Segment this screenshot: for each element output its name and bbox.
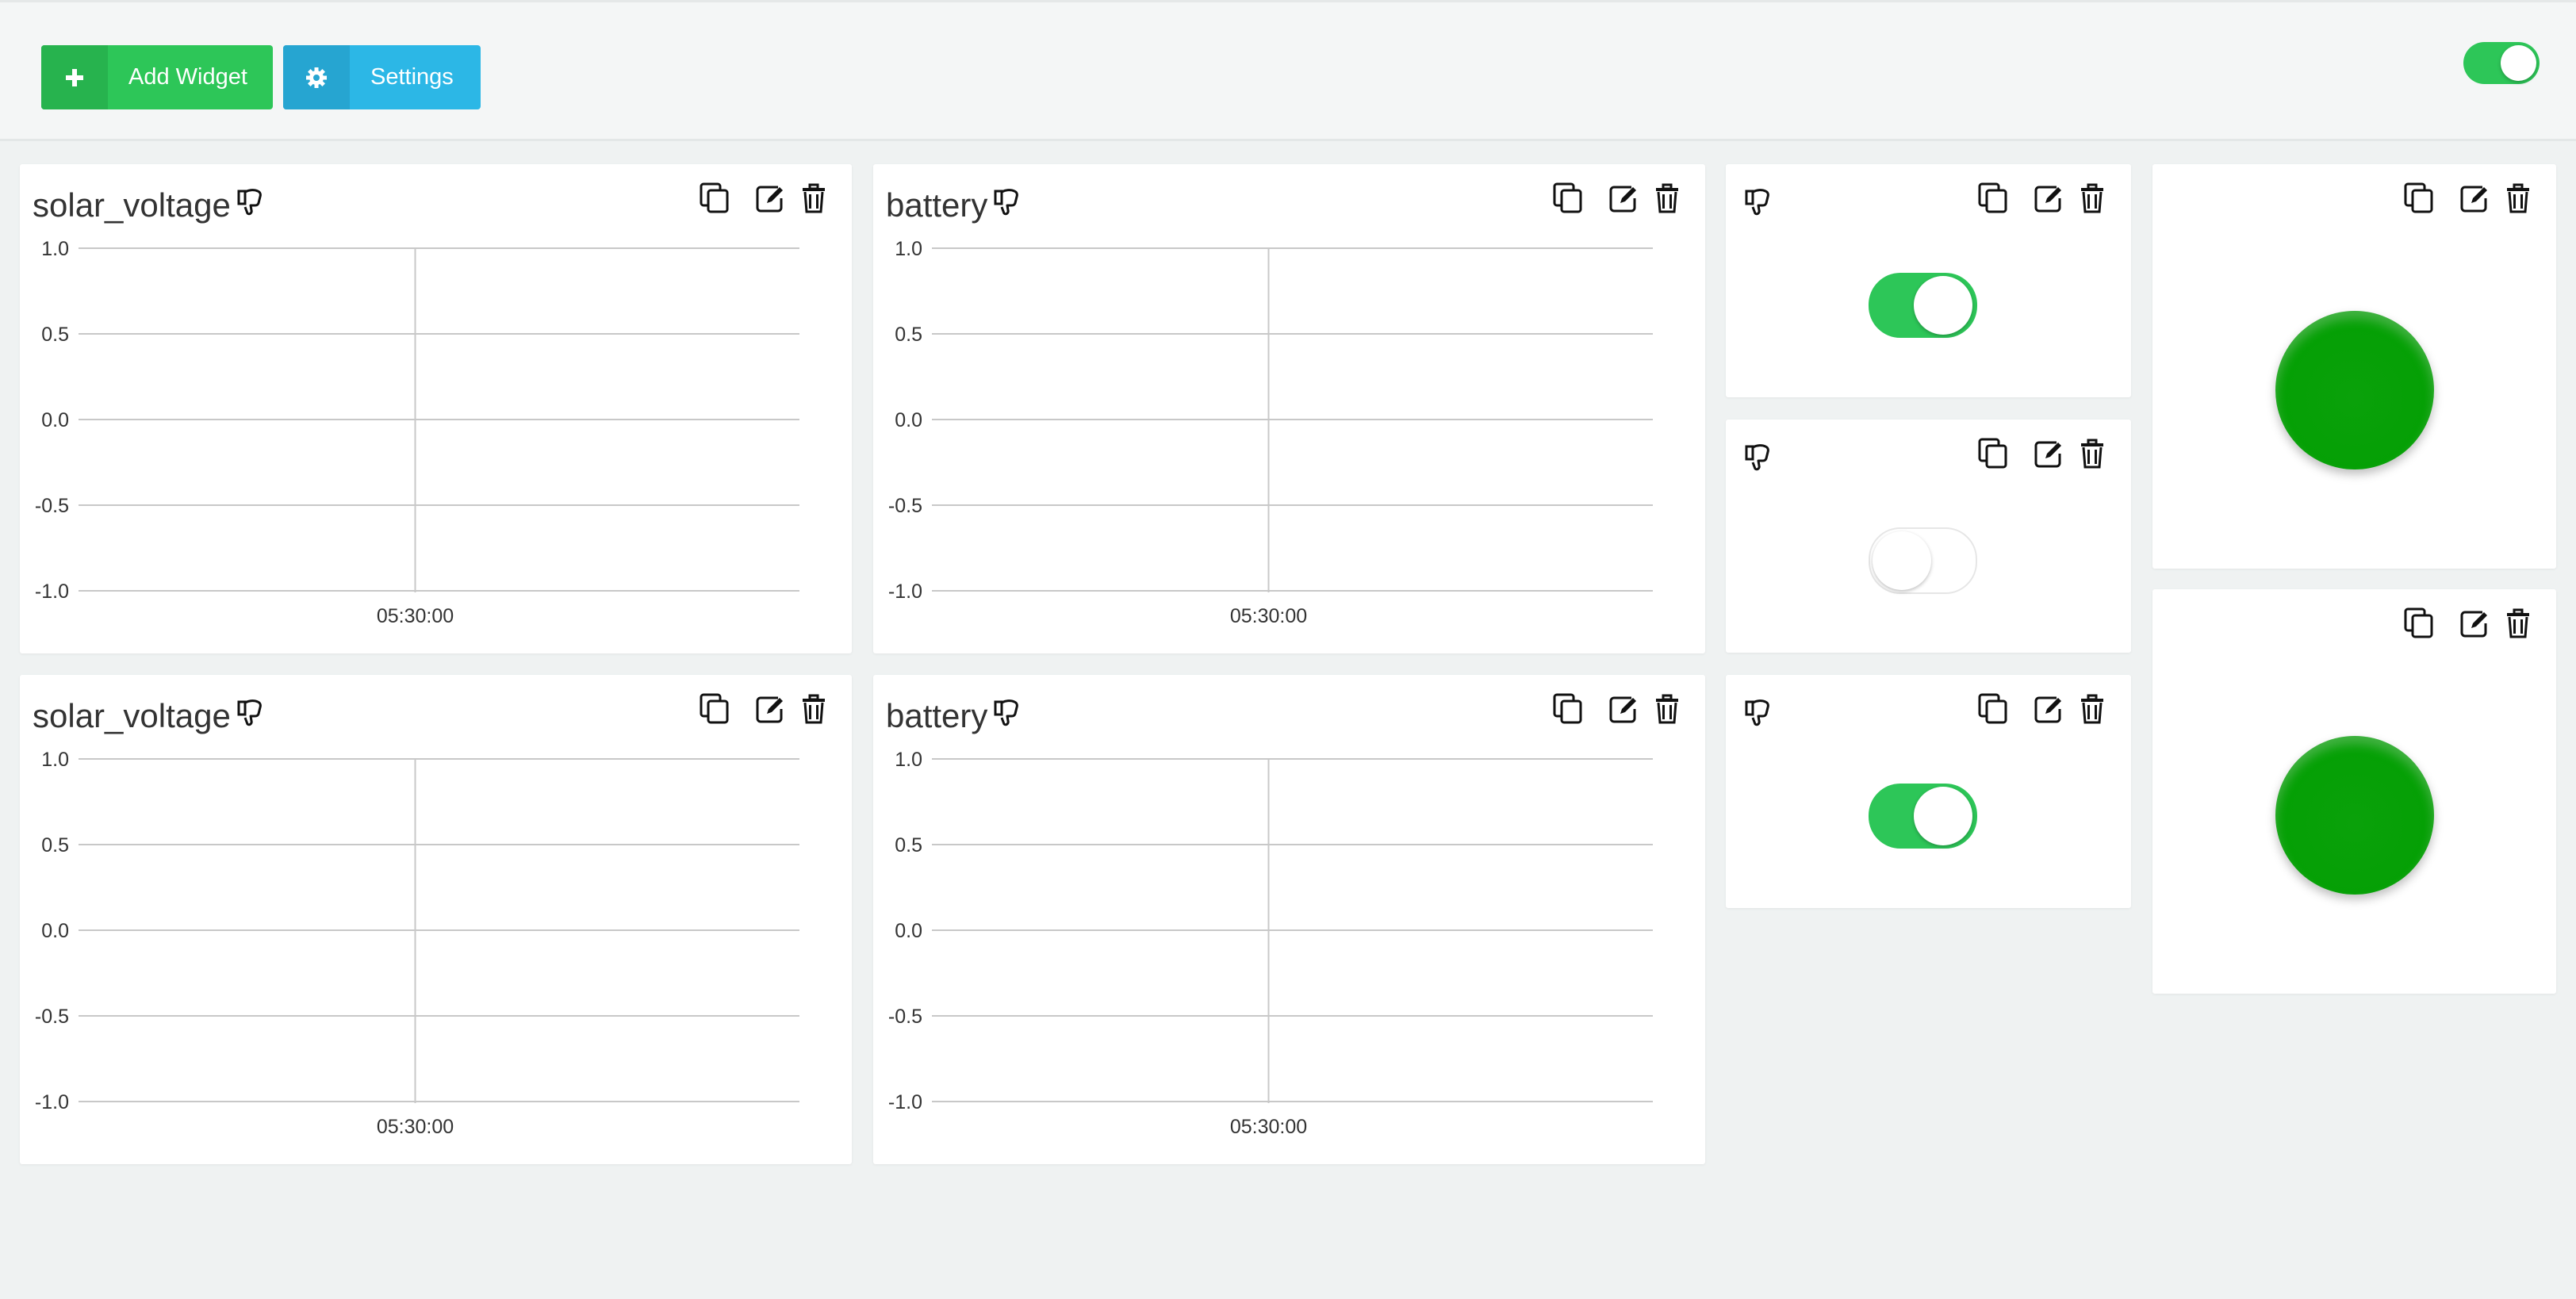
y-tick-label: 1.0 (41, 749, 69, 771)
trash-icon[interactable] (1654, 693, 1681, 725)
add-widget-button[interactable]: Add Widget (41, 45, 273, 109)
edit-mode-toggle[interactable] (2463, 42, 2540, 84)
trash-icon[interactable] (2079, 693, 2106, 725)
add-widget-label: Add Widget (128, 64, 247, 90)
trash-icon[interactable] (800, 182, 827, 214)
widget-title: solar_voltage (33, 186, 231, 224)
y-tick-label: 0.5 (895, 834, 922, 856)
y-tick-label: -0.5 (35, 495, 69, 517)
edit-icon[interactable] (754, 182, 786, 214)
x-tick-label: 05:30:00 (377, 1116, 454, 1138)
thumbs-down-icon[interactable] (1743, 442, 1770, 480)
y-tick-label: 0.0 (41, 920, 69, 942)
edit-icon[interactable] (2459, 607, 2490, 639)
line-chart: 1.0 0.5 0.0 -0.5 -1.0 05:30:00 (888, 749, 1653, 1138)
x-tick-label: 05:30:00 (1230, 605, 1307, 627)
copy-icon[interactable] (2403, 182, 2435, 215)
y-tick-label: -0.5 (888, 1006, 922, 1028)
thumbs-down-icon[interactable] (236, 186, 263, 224)
trash-icon[interactable] (2505, 607, 2532, 639)
widget-title: solar_voltage (33, 697, 231, 734)
edit-icon[interactable] (2033, 693, 2064, 725)
switch-widget (1726, 164, 2131, 397)
copy-icon[interactable] (1977, 692, 2009, 726)
edit-icon[interactable] (2459, 182, 2490, 214)
y-tick-label: 1.0 (895, 238, 922, 260)
edit-icon[interactable] (2033, 182, 2064, 214)
copy-icon[interactable] (699, 182, 730, 215)
trash-icon[interactable] (2079, 438, 2106, 469)
toggle-knob (1873, 531, 1931, 590)
edit-icon[interactable] (754, 693, 786, 725)
y-tick-label: 1.0 (41, 238, 69, 260)
copy-icon[interactable] (1977, 182, 2009, 215)
gear-icon (283, 45, 350, 109)
status-lamp (2275, 736, 2434, 895)
thumbs-down-icon[interactable] (236, 697, 263, 735)
widget-title: battery (886, 186, 988, 224)
line-chart: 1.0 0.5 0.0 -0.5 -1.0 05:30:00 (888, 238, 1653, 627)
chart-widget: solar_voltage 1.0 0.5 0.0 -0.5 -1.0 05:30:00 (20, 675, 852, 1164)
y-tick-label: -0.5 (888, 495, 922, 517)
line-chart: 1.0 0.5 0.0 -0.5 -1.0 05:30:00 (35, 238, 799, 627)
trash-icon[interactable] (2505, 182, 2532, 214)
chart-widget: battery 1.0 0.5 0.0 -0.5 -1.0 05:30:00 (873, 675, 1705, 1164)
y-tick-label: 0.0 (895, 920, 922, 942)
x-tick-label: 05:30:00 (377, 605, 454, 627)
switch-widget (1726, 675, 2131, 908)
y-tick-label: -0.5 (35, 1006, 69, 1028)
switch-toggle[interactable] (1869, 784, 1977, 849)
trash-icon[interactable] (1654, 182, 1681, 214)
edit-icon[interactable] (1608, 182, 1639, 214)
status-lamp (2275, 311, 2434, 469)
y-tick-label: -1.0 (888, 581, 922, 603)
copy-icon[interactable] (1552, 692, 1584, 726)
plus-icon (41, 45, 108, 109)
settings-button[interactable]: Settings (283, 45, 481, 109)
widget-title: battery (886, 697, 988, 734)
y-tick-label: 0.5 (41, 324, 69, 346)
copy-icon[interactable] (1977, 437, 2009, 470)
y-tick-label: 1.0 (895, 749, 922, 771)
thumbs-down-icon[interactable] (1743, 697, 1770, 735)
copy-icon[interactable] (699, 692, 730, 726)
line-chart: 1.0 0.5 0.0 -0.5 -1.0 05:30:00 (35, 749, 799, 1138)
thumbs-down-icon[interactable] (992, 697, 1019, 735)
lamp-widget (2152, 164, 2556, 569)
chart-widget: solar_voltage 1.0 0.5 0.0 -0.5 -1.0 05:30:00 (20, 164, 852, 653)
toggle-knob (1914, 276, 1972, 335)
settings-label: Settings (370, 64, 454, 90)
y-tick-label: -1.0 (888, 1091, 922, 1113)
copy-icon[interactable] (1552, 182, 1584, 215)
switch-widget (1726, 420, 2131, 653)
edit-icon[interactable] (1608, 693, 1639, 725)
switch-toggle[interactable] (1869, 273, 1977, 338)
y-tick-label: 0.5 (895, 324, 922, 346)
toggle-knob (2501, 45, 2536, 81)
y-tick-label: 0.5 (41, 834, 69, 856)
top-toolbar: Add Widget Settings (0, 0, 2576, 141)
y-tick-label: -1.0 (35, 1091, 69, 1113)
trash-icon[interactable] (2079, 182, 2106, 214)
trash-icon[interactable] (800, 693, 827, 725)
copy-icon[interactable] (2403, 607, 2435, 640)
chart-widget: battery 1.0 0.5 0.0 -0.5 -1.0 05:30:00 (873, 164, 1705, 653)
toggle-knob (1914, 787, 1972, 845)
thumbs-down-icon[interactable] (992, 186, 1019, 224)
y-tick-label: 0.0 (41, 409, 69, 431)
thumbs-down-icon[interactable] (1743, 186, 1770, 224)
y-tick-label: 0.0 (895, 409, 922, 431)
switch-toggle[interactable] (1869, 527, 1977, 594)
edit-icon[interactable] (2033, 438, 2064, 469)
y-tick-label: -1.0 (35, 581, 69, 603)
x-tick-label: 05:30:00 (1230, 1116, 1307, 1138)
lamp-widget (2152, 589, 2556, 994)
